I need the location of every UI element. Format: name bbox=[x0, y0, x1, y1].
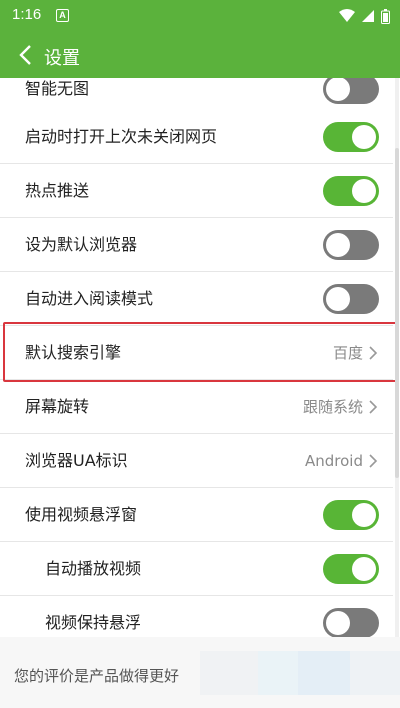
blurred-region bbox=[200, 651, 258, 695]
setting-restore-tabs[interactable]: 启动时打开上次未关闭网页 bbox=[0, 110, 393, 164]
status-bar: 1:16 A bbox=[0, 0, 400, 32]
toggle-knob bbox=[326, 233, 350, 257]
setting-label: 启动时打开上次未关闭网页 bbox=[25, 127, 218, 146]
blurred-region bbox=[350, 651, 400, 695]
toggle-knob bbox=[326, 287, 350, 311]
feedback-text: 您的评价是产品做得更好 bbox=[14, 667, 180, 685]
toggle-switch[interactable] bbox=[323, 500, 379, 530]
toggle-knob bbox=[352, 557, 376, 581]
toggle-knob bbox=[326, 611, 350, 635]
toggle-switch[interactable] bbox=[323, 74, 379, 104]
blurred-region bbox=[298, 651, 350, 695]
back-button[interactable] bbox=[10, 40, 40, 70]
toggle-knob bbox=[352, 125, 376, 149]
signal-icon bbox=[362, 10, 374, 22]
battery-icon bbox=[381, 8, 390, 24]
toggle-knob bbox=[352, 503, 376, 527]
toggle-switch[interactable] bbox=[323, 230, 379, 260]
setting-default-search-engine[interactable]: 默认搜索引擎 百度 bbox=[0, 326, 393, 380]
toggle-switch[interactable] bbox=[323, 122, 379, 152]
toggle-switch[interactable] bbox=[323, 554, 379, 584]
chevron-right-icon bbox=[369, 454, 378, 468]
setting-value: Android bbox=[305, 452, 363, 470]
status-time: 1:16 bbox=[12, 6, 42, 23]
notification-icon: A bbox=[56, 9, 69, 22]
setting-browser-ua[interactable]: 浏览器UA标识 Android bbox=[0, 434, 393, 488]
setting-screen-rotation[interactable]: 屏幕旋转 跟随系统 bbox=[0, 380, 393, 434]
toggle-knob bbox=[326, 77, 350, 101]
setting-hot-push[interactable]: 热点推送 bbox=[0, 164, 393, 218]
chevron-right-icon bbox=[369, 400, 378, 414]
setting-label: 自动进入阅读模式 bbox=[25, 289, 154, 308]
chevron-right-icon bbox=[369, 346, 378, 360]
toggle-switch[interactable] bbox=[323, 608, 379, 638]
scrollbar[interactable] bbox=[395, 78, 399, 638]
toggle-switch[interactable] bbox=[323, 284, 379, 314]
app-bar: 设置 bbox=[0, 32, 400, 78]
setting-default-browser[interactable]: 设为默认浏览器 bbox=[0, 218, 393, 272]
setting-label: 设为默认浏览器 bbox=[25, 235, 138, 254]
setting-autoplay-video[interactable]: 自动播放视频 bbox=[0, 542, 393, 596]
setting-label: 默认搜索引擎 bbox=[25, 343, 122, 362]
setting-value: 跟随系统 bbox=[302, 398, 363, 416]
setting-label: 浏览器UA标识 bbox=[25, 451, 128, 470]
setting-video-float-window[interactable]: 使用视频悬浮窗 bbox=[0, 488, 393, 542]
setting-label: 使用视频悬浮窗 bbox=[25, 505, 138, 524]
back-arrow-icon bbox=[19, 45, 31, 65]
setting-reader-mode[interactable]: 自动进入阅读模式 bbox=[0, 272, 393, 326]
setting-label: 自动播放视频 bbox=[45, 559, 142, 578]
toggle-switch[interactable] bbox=[323, 176, 379, 206]
blurred-region bbox=[258, 651, 298, 695]
page-title: 设置 bbox=[44, 48, 80, 69]
setting-label: 热点推送 bbox=[25, 181, 90, 200]
toggle-knob bbox=[352, 179, 376, 203]
feedback-bar[interactable]: 您的评价是产品做得更好 bbox=[0, 637, 400, 708]
wifi-icon bbox=[339, 9, 355, 22]
setting-label: 屏幕旋转 bbox=[25, 397, 90, 416]
setting-value: 百度 bbox=[332, 344, 363, 362]
scrollbar-thumb[interactable] bbox=[395, 148, 399, 478]
status-icons bbox=[339, 7, 390, 25]
